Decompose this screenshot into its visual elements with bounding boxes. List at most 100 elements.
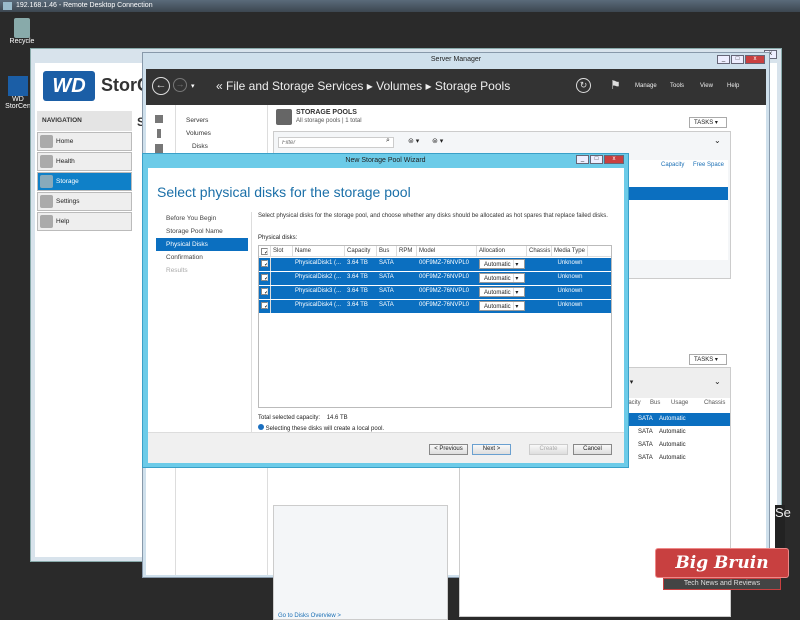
cell-slot [271, 300, 293, 313]
allocation-dropdown[interactable]: Automatic ▾ [479, 273, 525, 283]
column-header-chassis[interactable]: Chassis [527, 246, 552, 256]
flag-icon[interactable]: ⚑ [610, 78, 621, 92]
dashboard-icon[interactable] [155, 115, 163, 123]
col-capacity[interactable]: Capacity [661, 162, 684, 168]
previous-button[interactable]: < Previous [429, 444, 468, 455]
menu-tools[interactable]: Tools [670, 83, 684, 89]
sort-icon[interactable]: ⊜ ▾ [432, 137, 443, 145]
checkbox-cell[interactable]: ✓ [259, 286, 271, 299]
cancel-button[interactable]: Cancel [573, 444, 612, 455]
disk-cell: SATA [638, 416, 653, 422]
checkbox-cell[interactable]: ✓ [259, 300, 271, 313]
wizard-title: New Storage Pool Wizard [345, 157, 426, 164]
menu-help[interactable]: Help [727, 83, 739, 89]
column-header-bus[interactable]: Bus [377, 246, 397, 256]
filter-input[interactable] [278, 137, 394, 148]
cell-name: PhysicalDisk2 (... [295, 274, 342, 280]
disk-row[interactable]: ✓ PhysicalDisk1 (... 3.64 TB SATA 00F9MZ-76N… [259, 258, 611, 271]
minimize-button[interactable]: _ [576, 155, 589, 164]
breadcrumb[interactable]: « File and Storage Services ▸ Volumes ▸ … [216, 79, 510, 93]
column-header-model[interactable]: Model [417, 246, 477, 256]
maximize-button[interactable]: □ [731, 55, 744, 64]
tasks-button[interactable]: TASKS ▾ [689, 117, 727, 128]
disk-checkbox[interactable]: ✓ [261, 274, 268, 281]
allocation-cell[interactable]: Automatic ▾ [477, 272, 527, 285]
cell-model: 00F9MZ-76NVPL0 [419, 260, 470, 266]
menu-view[interactable]: View [700, 83, 713, 89]
side-item-servers[interactable]: Servers [186, 117, 267, 124]
col-bus[interactable]: Bus [650, 400, 660, 406]
column-header-slot[interactable]: Slot [271, 246, 293, 256]
go-to-disks-link[interactable]: Go to Disks Overview > [278, 613, 341, 619]
cell-slot [271, 272, 293, 285]
group-by-icon[interactable]: ⊜ ▾ [408, 137, 419, 145]
refresh-icon[interactable]: ↻ [576, 78, 591, 93]
column-header-allocation[interactable]: Allocation [477, 246, 527, 256]
nav-item-storage[interactable]: Storage [37, 172, 132, 191]
col-free-space[interactable]: Free Space [693, 162, 724, 168]
cell-rpm [397, 258, 417, 271]
disk-row[interactable]: ✓ PhysicalDisk2 (... 3.64 TB SATA 00F9MZ-76N… [259, 272, 611, 285]
checkbox-cell[interactable]: ✓ [259, 258, 271, 271]
step-storage-pool-name[interactable]: Storage Pool Name [156, 225, 248, 238]
column-header-capacity[interactable]: Capacity [345, 246, 377, 256]
back-button[interactable]: ← [152, 77, 170, 95]
step-before-you-begin[interactable]: Before You Begin [156, 212, 248, 225]
nav-item-settings[interactable]: Settings [37, 192, 132, 211]
nav-item-help[interactable]: Help [37, 212, 132, 231]
history-dropdown-icon[interactable]: ▾ [191, 82, 195, 90]
disks-tasks-button[interactable]: TASKS ▾ [689, 354, 727, 365]
window-title: Server Manager [430, 56, 482, 63]
column-header-rpm[interactable]: RPM [397, 246, 417, 256]
rdp-title-bar: 192.168.1.46 - Remote Desktop Connection [0, 0, 800, 12]
disk-row[interactable]: ✓ PhysicalDisk3 (... 3.64 TB SATA 00F9MZ-76N… [259, 286, 611, 299]
side-item-volumes[interactable]: Volumes [186, 130, 267, 137]
disk-checkbox[interactable]: ✓ [261, 288, 268, 295]
maximize-button[interactable]: □ [590, 155, 603, 164]
forward-button[interactable]: → [173, 78, 187, 92]
col-chassis[interactable]: Chassis [704, 400, 725, 406]
create-button: Create [529, 444, 568, 455]
step-physical-disks[interactable]: Physical Disks [156, 238, 248, 251]
search-icon[interactable]: ⌕ [386, 137, 390, 145]
close-button[interactable]: x [604, 155, 624, 164]
desktop-icon-recycle[interactable]: Recycle [4, 18, 40, 45]
next-button[interactable]: Next > [472, 444, 511, 455]
disk-row[interactable]: ✓ PhysicalDisk4 (... 3.64 TB SATA 00F9MZ-76N… [259, 300, 611, 313]
allocation-dropdown[interactable]: Automatic ▾ [479, 301, 525, 311]
nav-item-health[interactable]: Health [37, 152, 132, 171]
nav-header: NAVIGATION [37, 111, 132, 131]
select-all-checkbox[interactable]: ✓ [261, 248, 268, 255]
step-confirmation[interactable]: Confirmation [156, 251, 248, 264]
allocation-cell[interactable]: Automatic ▾ [477, 286, 527, 299]
col-usage[interactable]: Usage [671, 400, 688, 406]
minimize-button[interactable]: _ [717, 55, 730, 64]
disk-checkbox[interactable]: ✓ [261, 302, 268, 309]
allocation-cell[interactable]: Automatic ▾ [477, 300, 527, 313]
cell-capacity: 3.64 TB [347, 288, 368, 294]
disks-overview-pane: Go to Disks Overview > [273, 505, 448, 620]
allocation-dropdown[interactable]: Automatic ▾ [479, 259, 525, 269]
expand-icon[interactable]: ⌄ [714, 377, 721, 386]
allocation-value: Automatic [482, 274, 514, 282]
allocation-dropdown[interactable]: Automatic ▾ [479, 287, 525, 297]
side-item-disks[interactable]: Disks [192, 143, 267, 150]
wd-navigation: NAVIGATION Home Health Storage Settings … [37, 111, 132, 231]
nav-item-home[interactable]: Home [37, 132, 132, 151]
checkbox-cell[interactable]: ✓ [259, 272, 271, 285]
column-header-name[interactable]: Name [293, 246, 345, 256]
local-server-icon[interactable] [157, 129, 161, 138]
desktop-icon-wd[interactable]: WD StorCen [4, 76, 32, 110]
header-checkbox-cell[interactable]: ✓ [259, 246, 271, 256]
cell-media: Unknown [557, 302, 583, 308]
column-header-media-type[interactable]: Media Type [552, 246, 588, 256]
cell-model: 00F9MZ-76NVPL0 [419, 288, 470, 294]
new-storage-pool-wizard: New Storage Pool Wizard _ □ x Select phy… [142, 153, 629, 468]
close-button[interactable]: x [745, 55, 765, 64]
allocation-cell[interactable]: Automatic ▾ [477, 258, 527, 271]
menu-manage[interactable]: Manage [635, 83, 657, 89]
expand-icon[interactable]: ⌄ [714, 136, 721, 145]
all-servers-icon[interactable] [155, 144, 163, 153]
rdp-icon [3, 2, 12, 10]
disk-checkbox[interactable]: ✓ [261, 260, 268, 267]
